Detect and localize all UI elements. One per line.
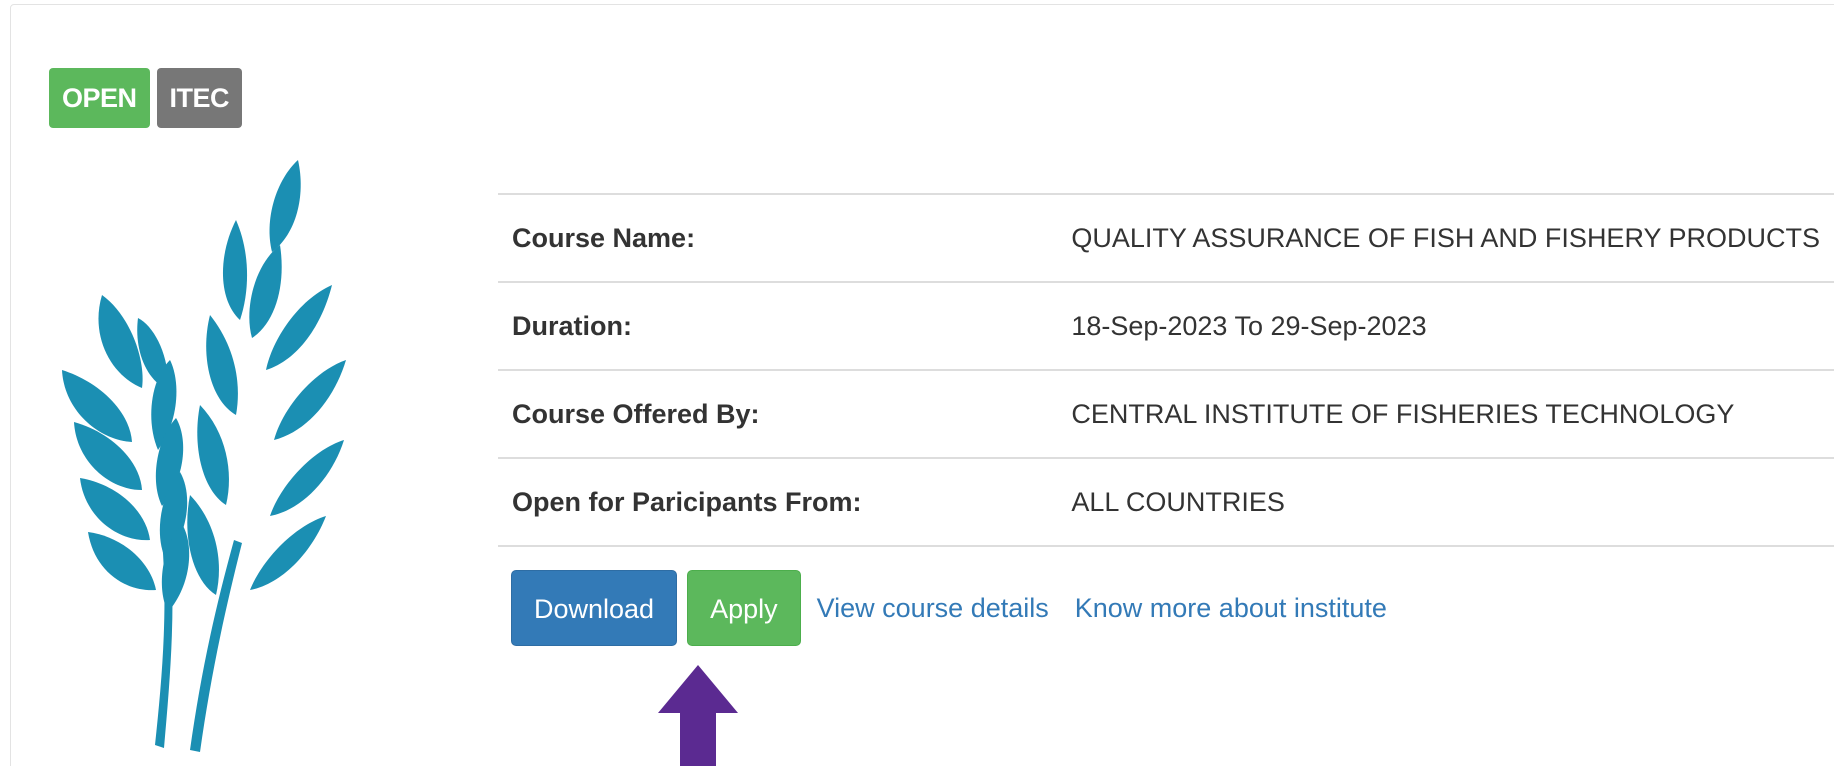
wheat-icon xyxy=(62,160,346,752)
page: OPEN ITEC Course Name: QUALITY ASSURANCE… xyxy=(0,0,1834,766)
course-labels: OPEN ITEC xyxy=(49,68,243,128)
course-details-table: Course Name: QUALITY ASSURANCE OF FISH A… xyxy=(498,193,1834,547)
offered-by-label: Course Offered By: xyxy=(512,398,760,429)
open-badge: OPEN xyxy=(49,68,150,128)
view-course-details-link[interactable]: View course details xyxy=(817,593,1049,624)
duration-label: Duration: xyxy=(512,310,632,341)
course-name-value: QUALITY ASSURANCE OF FISH AND FISHERY PR… xyxy=(1071,222,1820,253)
open-for-value: ALL COUNTRIES xyxy=(1071,486,1285,517)
table-row: Course Name: QUALITY ASSURANCE OF FISH A… xyxy=(498,194,1834,282)
apply-button[interactable]: Apply xyxy=(687,570,801,646)
download-button[interactable]: Download xyxy=(511,570,678,646)
offered-by-value: CENTRAL INSTITUTE OF FISHERIES TECHNOLOG… xyxy=(1071,398,1735,429)
table-row: Course Offered By: CENTRAL INSTITUTE OF … xyxy=(498,370,1834,458)
know-more-institute-link[interactable]: Know more about institute xyxy=(1075,593,1387,624)
arrow-up-icon xyxy=(658,665,738,766)
course-actions: Download Apply View course details Know … xyxy=(511,570,1387,646)
open-for-label: Open for Paricipants From: xyxy=(512,486,862,517)
course-name-label: Course Name: xyxy=(512,222,696,253)
table-row: Duration: 18-Sep-2023 To 29-Sep-2023 xyxy=(498,282,1834,370)
duration-value: 18-Sep-2023 To 29-Sep-2023 xyxy=(1071,310,1427,341)
itec-badge: ITEC xyxy=(156,68,243,128)
table-row: Open for Paricipants From: ALL COUNTRIES xyxy=(498,458,1834,546)
